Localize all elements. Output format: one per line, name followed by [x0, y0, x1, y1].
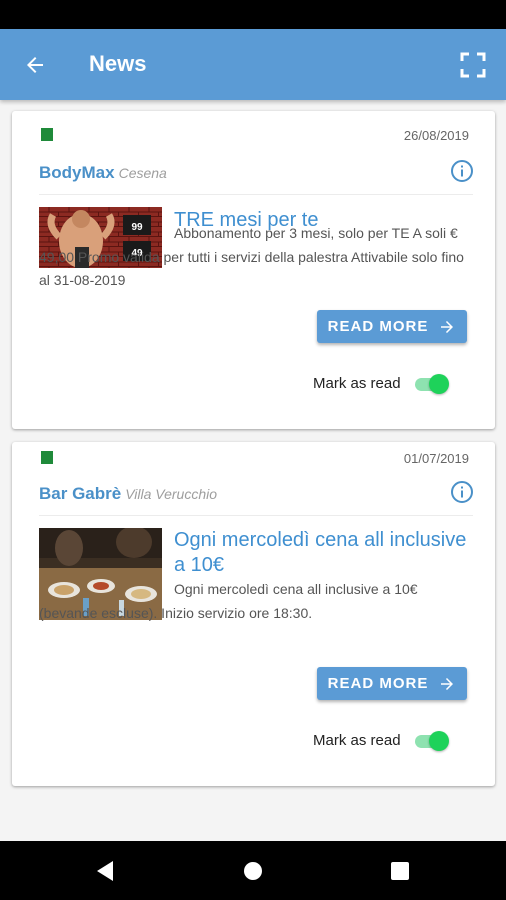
fullscreen-button[interactable]: [456, 48, 490, 82]
nav-home-button[interactable]: [240, 858, 266, 884]
merchant-header: BodyMax Cesena: [39, 162, 167, 184]
divider: [39, 515, 473, 516]
news-card[interactable]: 26/08/2019 BodyMax Cesena 99 49 TRE mesi…: [12, 111, 495, 429]
mark-as-read-toggle[interactable]: [415, 374, 449, 394]
back-button[interactable]: [18, 48, 52, 82]
info-circle-icon: [451, 481, 473, 503]
news-date: 26/08/2019: [403, 128, 469, 143]
arrow-right-icon: [441, 320, 454, 333]
merchant-city: Villa Verucchio: [125, 486, 218, 502]
merchant-name: BodyMax: [39, 163, 115, 182]
nav-recents-button[interactable]: [387, 858, 413, 884]
mark-as-read-label: Mark as read: [313, 375, 401, 392]
info-button[interactable]: [450, 159, 474, 183]
status-bar: [0, 0, 506, 29]
news-body: Abbonamento per 3 mesi, solo per TE A so…: [39, 225, 464, 288]
info-circle-icon: [451, 160, 473, 182]
merchant-city: Cesena: [118, 165, 167, 181]
news-headline[interactable]: Ogni mercoledì cena all inclusive a 10€: [174, 528, 474, 578]
info-button[interactable]: [450, 480, 474, 504]
page-title: News: [89, 51, 147, 76]
read-more-button[interactable]: READ MORE: [317, 310, 467, 343]
read-more-label: READ MORE: [327, 675, 429, 692]
read-more-button[interactable]: READ MORE: [317, 667, 467, 700]
system-nav-bar: [0, 841, 506, 900]
news-body: Ogni mercoledì cena all inclusive a 10€ …: [39, 581, 418, 621]
triangle-back-icon: [97, 861, 113, 881]
read-more-label: READ MORE: [327, 318, 429, 335]
mark-as-read-label: Mark as read: [313, 732, 401, 749]
fullscreen-icon: [460, 52, 486, 78]
circle-home-icon: [244, 862, 262, 880]
merchant-name: Bar Gabrè: [39, 484, 122, 503]
flag-icon: [41, 451, 53, 464]
arrow-right-icon: [441, 677, 454, 690]
news-list[interactable]: 26/08/2019 BodyMax Cesena 99 49 TRE mesi…: [0, 100, 506, 841]
flag-icon: [41, 128, 53, 141]
nav-back-button[interactable]: [92, 858, 118, 884]
merchant-header: Bar Gabrè Villa Verucchio: [39, 483, 217, 505]
news-date: 01/07/2019: [403, 451, 469, 466]
divider: [39, 194, 473, 195]
app-bar: News: [0, 29, 506, 100]
arrow-left-icon: [27, 57, 43, 73]
square-recents-icon: [391, 862, 409, 880]
mark-as-read-toggle[interactable]: [415, 731, 449, 751]
news-card[interactable]: 01/07/2019 Bar Gabrè Villa Verucchio Ogn…: [12, 442, 495, 786]
